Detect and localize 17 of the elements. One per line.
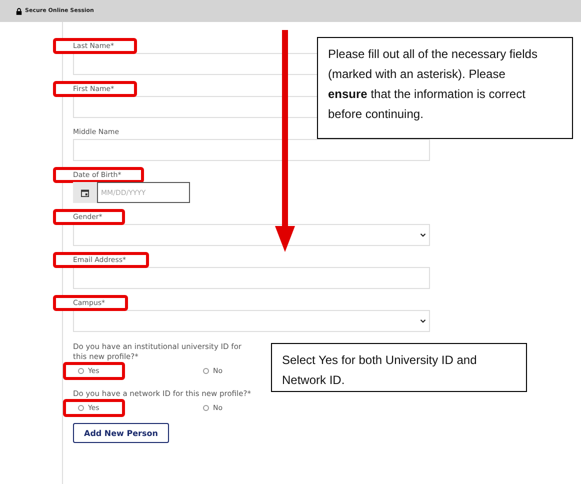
select-field[interactable] [73, 224, 430, 246]
instruction-tooltip: Please fill out all of the necessary fields (marked with an asterisk). Please ensure that the information is correct before continuing. [317, 37, 573, 139]
radio-button[interactable] [203, 405, 209, 411]
calendar-icon [81, 188, 89, 196]
chevron-icon [420, 319, 426, 323]
radio-button[interactable] [203, 368, 209, 374]
lock-icon [16, 8, 22, 14]
select-field[interactable] [73, 310, 430, 332]
chevron-icon [420, 233, 426, 237]
arrow-icon [275, 30, 295, 252]
text-field[interactable] [73, 139, 430, 161]
radio-button[interactable] [78, 368, 84, 374]
radio-button[interactable] [78, 405, 84, 411]
instruction-tooltip: Select Yes for both University ID and Network ID. [271, 343, 527, 392]
add-person-button[interactable]: Add New Person [73, 423, 169, 443]
calendar-button[interactable] [73, 182, 97, 203]
text-field[interactable] [73, 267, 430, 289]
